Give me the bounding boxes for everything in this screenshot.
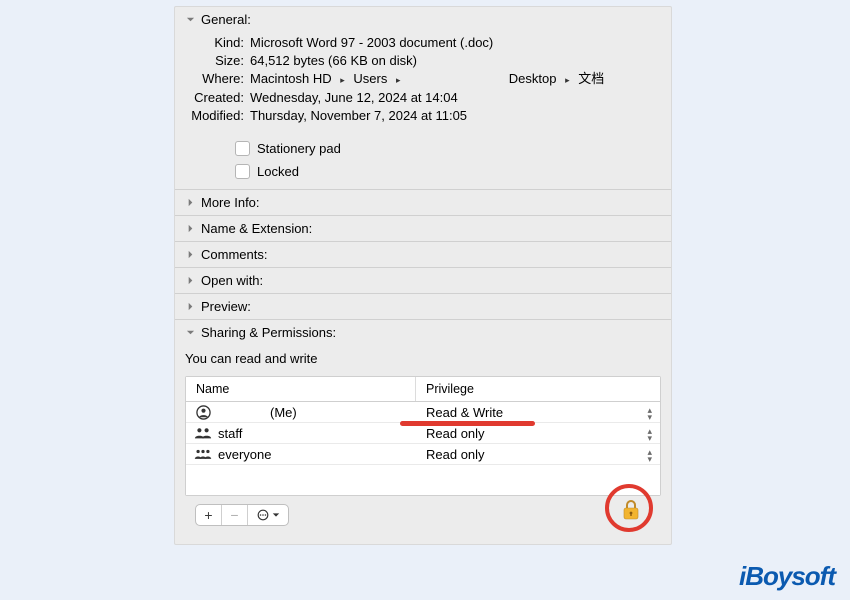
- row-name: everyone: [218, 447, 271, 462]
- section-preview[interactable]: Preview:: [175, 293, 671, 319]
- privilege-select[interactable]: Read only: [416, 426, 660, 441]
- section-title: Comments:: [201, 247, 267, 262]
- triangle-right-icon: ▸: [340, 75, 345, 85]
- section-open-with[interactable]: Open with:: [175, 267, 671, 293]
- table-row[interactable]: staff Read only: [186, 423, 660, 444]
- user-icon: [194, 405, 212, 419]
- stationery-label: Stationery pad: [257, 141, 341, 156]
- chevron-right-icon: [185, 250, 195, 260]
- section-title: Name & Extension:: [201, 221, 312, 236]
- kind-label: Kind:: [175, 34, 250, 52]
- section-title: Sharing & Permissions:: [201, 325, 336, 340]
- permissions-message: You can read and write: [185, 351, 661, 366]
- permissions-header: Name Privilege: [186, 377, 660, 402]
- privilege-select[interactable]: Read & Write: [416, 405, 660, 420]
- triangle-right-icon: ▸: [396, 75, 401, 85]
- privilege-select[interactable]: Read only: [416, 447, 660, 462]
- triangle-right-icon: ▸: [565, 75, 570, 85]
- section-title: Open with:: [201, 273, 263, 288]
- chevron-down-icon: [185, 15, 195, 25]
- updown-icon: [647, 427, 652, 443]
- col-name: Name: [186, 377, 416, 401]
- size-label: Size:: [175, 52, 250, 70]
- group-icon: [194, 447, 212, 461]
- path-seg: Desktop: [509, 70, 557, 88]
- remove-button[interactable]: −: [222, 505, 248, 525]
- row-suffix: (Me): [270, 405, 297, 420]
- stationery-row[interactable]: Stationery pad: [175, 139, 671, 158]
- general-content: Kind: Microsoft Word 97 - 2003 document …: [175, 32, 671, 189]
- section-more-info[interactable]: More Info:: [175, 189, 671, 215]
- table-blank: [186, 465, 660, 495]
- where-value: Macintosh HD ▸ Users ▸ Desktop ▸ 文档: [250, 70, 671, 89]
- path-seg: Users: [353, 70, 387, 88]
- table-row[interactable]: everyone Read only: [186, 444, 660, 465]
- path-seg: Macintosh HD: [250, 70, 332, 88]
- permissions-footer: + −: [185, 496, 661, 534]
- info-panel: General: Kind: Microsoft Word 97 - 2003 …: [174, 6, 672, 545]
- watermark: iBoysoft: [739, 561, 835, 592]
- locked-label: Locked: [257, 164, 299, 179]
- locked-row[interactable]: Locked: [175, 158, 671, 181]
- kind-value: Microsoft Word 97 - 2003 document (.doc): [250, 34, 671, 52]
- section-general[interactable]: General:: [175, 7, 671, 32]
- section-title: General:: [201, 12, 251, 27]
- chevron-down-icon: [185, 328, 195, 338]
- checkbox-stationery[interactable]: [235, 141, 250, 156]
- section-name-extension[interactable]: Name & Extension:: [175, 215, 671, 241]
- modified-value: Thursday, November 7, 2024 at 11:05: [250, 107, 671, 125]
- chevron-right-icon: [185, 302, 195, 312]
- created-value: Wednesday, June 12, 2024 at 14:04: [250, 89, 671, 107]
- lock-button[interactable]: [609, 488, 653, 532]
- group-icon: [194, 426, 212, 440]
- updown-icon: [647, 448, 652, 464]
- created-label: Created:: [175, 89, 250, 107]
- section-title: More Info:: [201, 195, 260, 210]
- table-row[interactable]: (Me) Read & Write: [186, 402, 660, 423]
- permissions-body: You can read and write Name Privilege (M…: [175, 345, 671, 544]
- section-sharing[interactable]: Sharing & Permissions:: [175, 319, 671, 345]
- annotation-underline: [400, 421, 535, 426]
- section-title: Preview:: [201, 299, 251, 314]
- row-name: staff: [218, 426, 242, 441]
- action-menu[interactable]: [248, 505, 288, 525]
- modified-label: Modified:: [175, 107, 250, 125]
- col-privilege: Privilege: [416, 377, 660, 401]
- where-label: Where:: [175, 70, 250, 88]
- chevron-right-icon: [185, 224, 195, 234]
- chevron-right-icon: [185, 276, 195, 286]
- size-value: 64,512 bytes (66 KB on disk): [250, 52, 671, 70]
- add-button[interactable]: +: [196, 505, 222, 525]
- annotation-circle: [605, 484, 653, 532]
- permissions-table: Name Privilege (Me) Read & Write: [185, 376, 661, 496]
- chevron-right-icon: [185, 198, 195, 208]
- path-seg: 文档: [578, 70, 604, 88]
- segmented-control: + −: [195, 504, 289, 526]
- section-comments[interactable]: Comments:: [175, 241, 671, 267]
- updown-icon: [647, 406, 652, 422]
- checkbox-locked[interactable]: [235, 164, 250, 179]
